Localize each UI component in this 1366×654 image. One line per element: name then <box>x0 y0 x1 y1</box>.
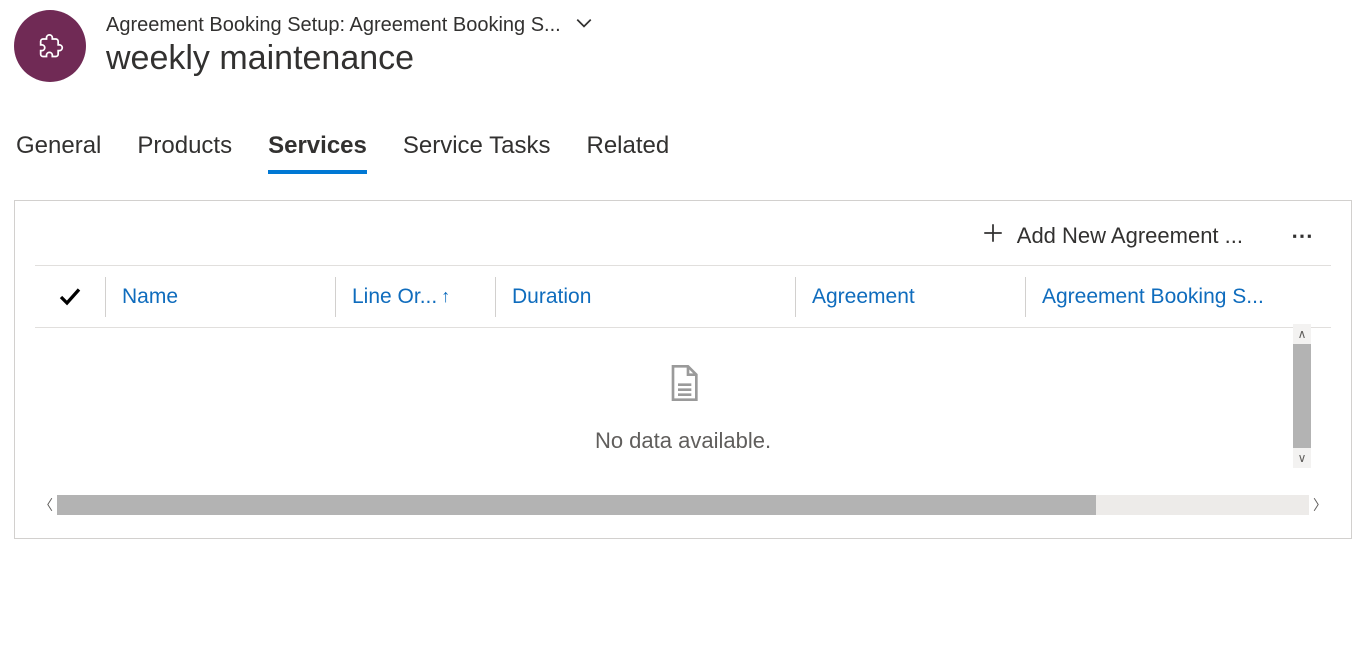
column-label: Agreement Booking S... <box>1042 285 1264 309</box>
scroll-thumb[interactable] <box>1293 344 1311 448</box>
record-title: weekly maintenance <box>106 39 593 78</box>
chevron-down-icon[interactable] <box>575 14 593 37</box>
column-header-name[interactable]: Name <box>105 277 335 317</box>
puzzle-piece-icon <box>36 32 64 60</box>
vertical-scrollbar[interactable]: ∧ ∨ <box>1293 324 1311 468</box>
tab-products[interactable]: Products <box>137 132 232 174</box>
document-icon <box>663 363 703 408</box>
column-header-agreement[interactable]: Agreement <box>795 277 1025 317</box>
sort-ascending-icon: ↑ <box>441 286 450 307</box>
panel-actions: Add New Agreement ... ⋯ <box>35 219 1331 265</box>
services-panel: Add New Agreement ... ⋯ Name Line Or... … <box>14 200 1352 539</box>
breadcrumb-row: Agreement Booking Setup: Agreement Booki… <box>106 14 593 37</box>
tab-general[interactable]: General <box>16 132 101 174</box>
tab-service-tasks[interactable]: Service Tasks <box>403 132 551 174</box>
column-label: Duration <box>512 285 591 309</box>
grid-header: Name Line Or... ↑ Duration Agreement Agr… <box>35 266 1331 328</box>
horizontal-scrollbar[interactable]: 〈 〉 <box>35 492 1331 518</box>
header-text: Agreement Booking Setup: Agreement Booki… <box>106 14 593 78</box>
tab-related[interactable]: Related <box>586 132 669 174</box>
column-label: Line Or... <box>352 285 437 309</box>
add-new-label: Add New Agreement ... <box>1017 223 1243 249</box>
add-new-agreement-button[interactable]: Add New Agreement ... <box>983 223 1243 249</box>
more-commands-button[interactable]: ⋯ <box>1283 219 1323 253</box>
scroll-left-arrow[interactable]: 〈 <box>35 492 57 518</box>
scroll-track[interactable] <box>1293 344 1311 448</box>
scroll-thumb[interactable] <box>57 495 1096 515</box>
column-label: Agreement <box>812 285 915 309</box>
scroll-down-arrow[interactable]: ∨ <box>1293 448 1311 468</box>
plus-icon <box>983 223 1003 249</box>
tab-services[interactable]: Services <box>268 132 367 174</box>
record-header: Agreement Booking Setup: Agreement Booki… <box>0 0 1366 82</box>
empty-state: No data available. <box>35 328 1331 488</box>
select-all-checkbox[interactable] <box>35 285 105 309</box>
services-grid: Name Line Or... ↑ Duration Agreement Agr… <box>35 265 1331 518</box>
column-label: Name <box>122 285 178 309</box>
checkmark-icon <box>58 285 82 309</box>
scroll-track[interactable] <box>57 495 1309 515</box>
breadcrumb[interactable]: Agreement Booking Setup: Agreement Booki… <box>106 14 561 37</box>
column-header-line-order[interactable]: Line Or... ↑ <box>335 277 495 317</box>
entity-icon <box>14 10 86 82</box>
tab-list: General Products Services Service Tasks … <box>0 82 1366 174</box>
empty-text: No data available. <box>595 428 771 454</box>
scroll-right-arrow[interactable]: 〉 <box>1309 492 1331 518</box>
scroll-up-arrow[interactable]: ∧ <box>1293 324 1311 344</box>
column-header-booking-setup[interactable]: Agreement Booking S... <box>1025 277 1311 317</box>
column-header-duration[interactable]: Duration <box>495 277 795 317</box>
